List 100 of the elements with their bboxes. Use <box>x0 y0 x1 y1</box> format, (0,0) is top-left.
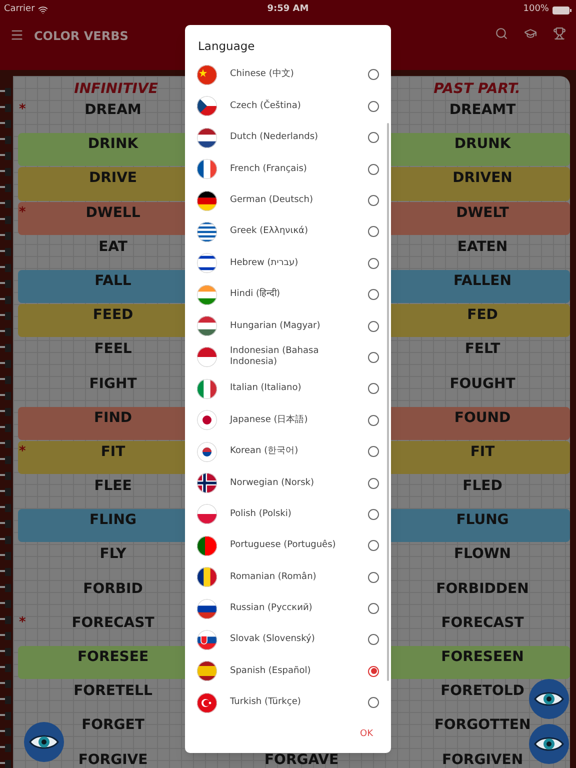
flag-icon <box>197 64 217 85</box>
radio-button[interactable] <box>368 446 379 458</box>
language-option[interactable]: Hungarian (Magyar) <box>185 310 391 342</box>
language-option[interactable]: Romanian (Român) <box>185 562 391 593</box>
menu-icon[interactable] <box>10 28 24 42</box>
radio-button[interactable] <box>368 508 379 520</box>
radio-button[interactable] <box>368 289 379 300</box>
language-option[interactable]: Hebrew (עברית) <box>185 248 391 279</box>
dialog-title: Language <box>198 38 256 55</box>
radio-button[interactable] <box>368 478 379 489</box>
table-cell-text: FIGHT <box>89 374 137 394</box>
graduation-cap-icon[interactable] <box>524 27 537 40</box>
language-option[interactable]: Italian (Italiano) <box>185 373 391 405</box>
radio-button[interactable] <box>368 195 379 206</box>
star-marker: * <box>19 442 26 461</box>
radio-button[interactable] <box>368 414 379 426</box>
flag-icon <box>197 96 217 116</box>
flag-icon <box>197 630 217 650</box>
eye-icon <box>534 690 564 708</box>
ok-button[interactable]: OK <box>358 728 375 742</box>
table-cell-text: FORGAVE <box>264 750 339 768</box>
table-cell-text: EATEN <box>457 238 508 257</box>
star-marker: * <box>19 204 26 222</box>
language-option[interactable]: Slovak (Slovenský) <box>185 624 391 656</box>
language-option[interactable]: Turkish (Türkçe) <box>185 687 391 718</box>
trophy-icon[interactable] <box>553 27 566 40</box>
table-cell-text: DRIVEN <box>452 169 512 188</box>
table-cell-text: FLING <box>90 511 136 530</box>
radio-button[interactable] <box>368 132 379 144</box>
radio-button[interactable] <box>368 697 379 708</box>
radio-button[interactable] <box>368 572 379 583</box>
table-cell-text: DREAMT <box>449 101 516 120</box>
table-cell-text: FORGOTTEN <box>434 716 531 736</box>
radio-button[interactable] <box>368 164 379 175</box>
language-label: Italian (Italiano) <box>230 383 302 394</box>
table-cell-text: FORETOLD <box>440 682 524 702</box>
table-cell-text: FEEL <box>94 340 132 360</box>
radio-button[interactable] <box>368 100 379 112</box>
radio-button[interactable] <box>368 634 379 646</box>
search-icon[interactable] <box>495 27 508 40</box>
language-option[interactable]: Dutch (Nederlands) <box>185 122 391 154</box>
flag-icon <box>197 442 217 462</box>
radio-button[interactable] <box>368 226 379 238</box>
radio-button[interactable] <box>368 258 379 269</box>
flag-icon <box>197 347 217 368</box>
radio-button[interactable] <box>368 603 379 614</box>
flag-icon <box>197 567 217 588</box>
language-label: Chinese (中文) <box>230 69 295 80</box>
table-cell-text: FORGIVE <box>78 750 148 768</box>
radio-button[interactable] <box>368 383 379 394</box>
language-option[interactable]: Japanese (日本語) <box>185 404 391 436</box>
table-cell-text: FORESEE <box>77 648 149 667</box>
battery-label: 100% <box>523 3 549 16</box>
radio-button[interactable] <box>368 666 379 677</box>
radio-button[interactable] <box>368 352 379 363</box>
language-option[interactable]: Portuguese (Português) <box>185 530 391 562</box>
table-cell-text: FIND <box>94 408 132 428</box>
table-cell-text: DRINK <box>88 135 138 154</box>
flag-icon <box>197 692 217 713</box>
star-marker: * <box>19 614 26 632</box>
language-label: French (Français) <box>230 164 308 175</box>
language-label: Korean (한국어) <box>230 446 300 458</box>
language-option[interactable]: Polish (Polski) <box>185 498 391 530</box>
language-option[interactable]: German (Deutsch) <box>185 184 391 216</box>
table-cell-text: FEED <box>92 306 134 326</box>
app-title: COLOR VERBS <box>34 28 128 45</box>
table-cell-text: FORESEEN <box>441 648 524 667</box>
radio-button[interactable] <box>368 69 379 80</box>
language-label: Portuguese (Português) <box>230 540 337 552</box>
language-option[interactable]: Norwegian (Norsk) <box>185 467 391 499</box>
language-option[interactable]: Hindi (हिन्दी) <box>185 278 391 310</box>
language-label: Romanian (Român) <box>230 572 318 583</box>
language-option[interactable]: Spanish (Español) <box>185 656 391 688</box>
language-option[interactable]: Czech (Čeština) <box>185 90 391 122</box>
language-option[interactable]: Indonesian (Bahasa Indonesia) <box>185 342 391 374</box>
flag-icon <box>197 190 217 210</box>
language-label: Hungarian (Magyar) <box>230 320 322 332</box>
wifi-icon <box>38 5 48 15</box>
flag-icon <box>197 410 217 430</box>
table-cell-text: FORBID <box>83 580 143 599</box>
language-label: Russian (Русский) <box>230 603 314 614</box>
language-label: Hebrew (עברית) <box>230 258 300 269</box>
flag-icon <box>197 284 217 305</box>
clock: 9:59 AM <box>267 3 309 16</box>
table-cell-text: FELT <box>464 340 500 360</box>
language-option[interactable]: Chinese (中文) <box>185 59 391 91</box>
flag-icon <box>197 316 217 336</box>
table-cell-text: FORECAST <box>441 614 524 633</box>
radio-button[interactable] <box>368 540 379 552</box>
language-option[interactable]: Greek (Ελληνικά) <box>185 216 391 248</box>
language-option[interactable]: Korean (한국어) <box>185 436 391 468</box>
language-option[interactable]: Russian (Русский) <box>185 592 391 624</box>
language-option[interactable]: French (Français) <box>185 153 391 185</box>
radio-button[interactable] <box>368 320 379 332</box>
flag-icon <box>197 378 217 399</box>
table-cell-text: FORECAST <box>72 614 154 633</box>
flag-icon <box>197 536 217 556</box>
table-cell-text: DWELT <box>456 204 509 223</box>
table-cell-text: DRUNK <box>454 135 511 154</box>
language-label: Greek (Ελληνικά) <box>230 226 309 238</box>
